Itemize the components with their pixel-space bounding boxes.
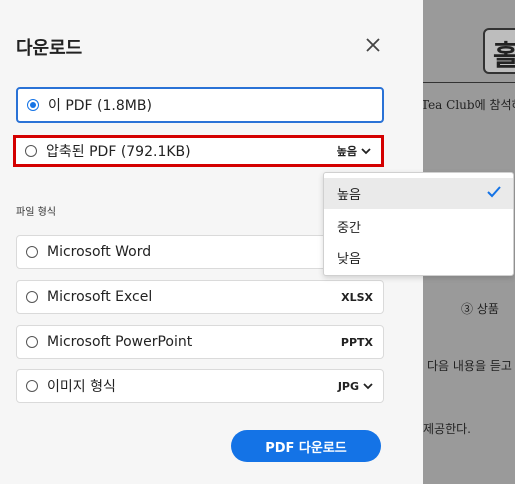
option-powerpoint[interactable]: Microsoft PowerPoint PPTX: [16, 325, 384, 359]
chevron-down-icon: [361, 148, 371, 155]
close-icon: [366, 38, 380, 52]
pdf-download-button[interactable]: PDF 다운로드: [231, 430, 381, 462]
radio-excel[interactable]: [26, 291, 38, 303]
document-text-line: Tea Club에 참석하: [423, 98, 515, 112]
radio-image[interactable]: [26, 380, 38, 392]
chevron-down-icon: [363, 383, 373, 390]
option-image[interactable]: 이미지 형식 JPG: [16, 369, 384, 403]
dropdown-item-high[interactable]: 높음: [324, 178, 513, 209]
quality-select[interactable]: 높음: [337, 143, 371, 159]
dropdown-item-medium[interactable]: 중간: [324, 211, 513, 242]
radio-word[interactable]: [26, 246, 38, 258]
dropdown-item-label: 낮음: [337, 252, 361, 267]
document-text-line: ③ 상품: [461, 302, 499, 316]
close-button[interactable]: [362, 34, 384, 56]
option-label: 이미지 형식: [47, 379, 116, 395]
option-label: Microsoft PowerPoint: [47, 334, 193, 350]
document-text-line: 제공한다.: [423, 422, 471, 436]
dropdown-item-low[interactable]: 낮음: [324, 242, 513, 273]
option-compressed-pdf[interactable]: 압축된 PDF (792.1KB) 높음: [13, 135, 384, 167]
format-badge: XLSX: [341, 290, 373, 304]
format-badge: PPTX: [340, 335, 373, 349]
dropdown-item-label: 중간: [337, 221, 361, 236]
radio-compressed-pdf[interactable]: [25, 145, 37, 157]
document-rule: [423, 82, 515, 83]
option-label: Microsoft Excel: [47, 289, 153, 305]
document-text-line: 다음 내용을 듣고: [427, 359, 512, 373]
document-heading: 홀: [483, 28, 515, 74]
option-label: 압축된 PDF (792.1KB): [46, 144, 191, 160]
quality-dropdown-menu: 높음 중간 낮음: [323, 172, 514, 276]
option-label: 이 PDF (1.8MB): [48, 98, 152, 114]
panel-title: 다운로드: [16, 38, 83, 59]
dropdown-item-label: 높음: [337, 188, 361, 203]
radio-powerpoint[interactable]: [26, 336, 38, 348]
section-label-file-format: 파일 형식: [16, 207, 56, 218]
image-format-select[interactable]: JPG: [338, 380, 373, 393]
quality-value: 높음: [336, 145, 357, 158]
checkmark-icon: [487, 186, 501, 198]
option-this-pdf[interactable]: 이 PDF (1.8MB): [16, 87, 384, 123]
radio-this-pdf[interactable]: [27, 99, 39, 111]
option-excel[interactable]: Microsoft Excel XLSX: [16, 280, 384, 314]
image-format-value: JPG: [337, 379, 359, 393]
